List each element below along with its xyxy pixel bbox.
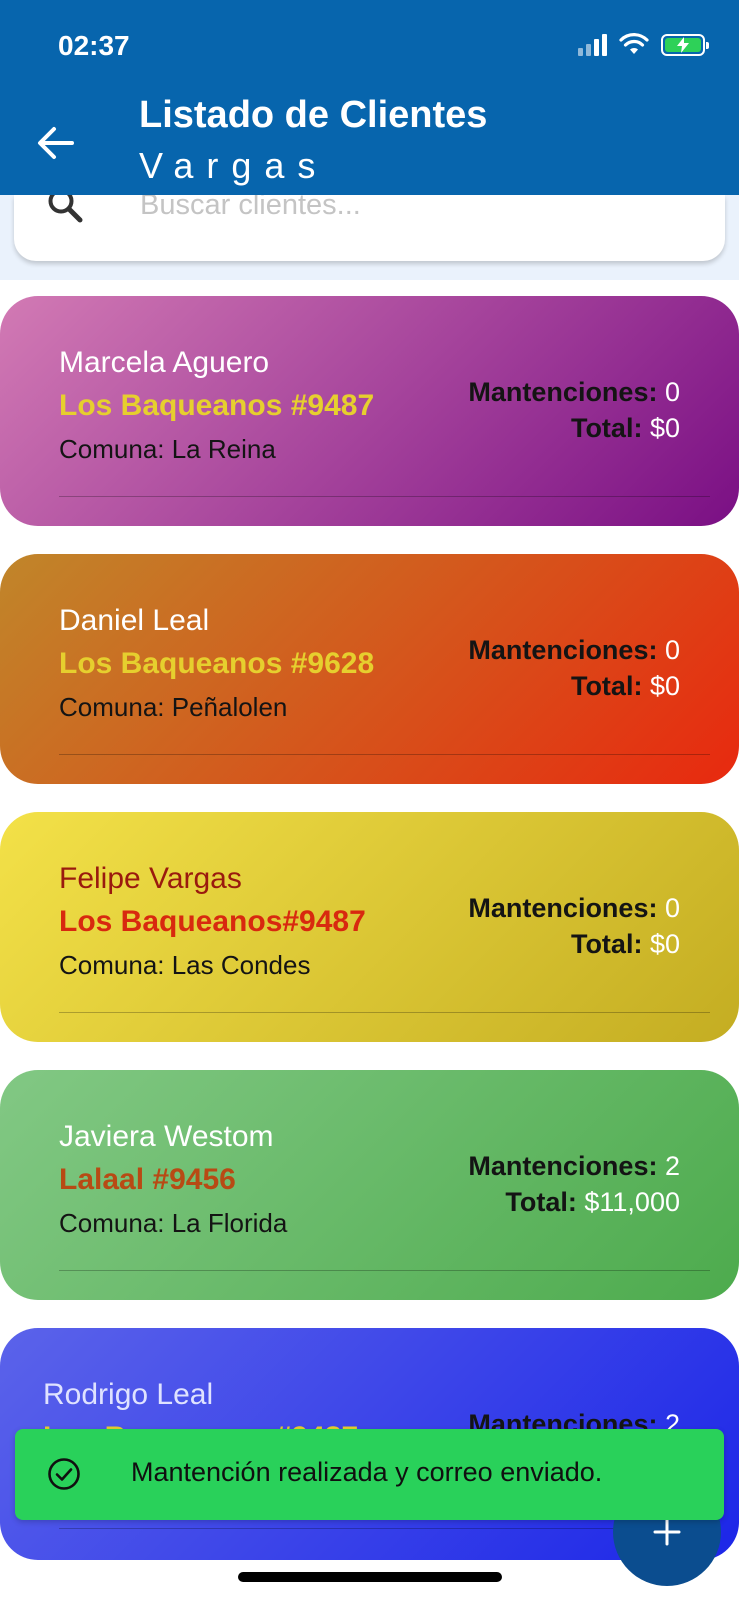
back-button[interactable] — [30, 118, 80, 168]
client-name: Marcela Aguero — [59, 346, 270, 379]
card-divider — [59, 1012, 710, 1013]
check-circle-icon — [48, 1458, 80, 1490]
maintenances-row: Mantenciones: 0 — [468, 632, 680, 668]
client-address: Lalaal #9456 — [59, 1163, 236, 1196]
total-label: Total: — [570, 929, 643, 959]
total-row: Total: $0 — [468, 926, 680, 962]
client-comuna: Comuna: La Reina — [59, 434, 276, 464]
maintenances-row: Mantenciones: 2 — [468, 1148, 680, 1184]
maintenances-label: Mantenciones: — [468, 893, 658, 923]
total-value: $0 — [649, 929, 680, 959]
client-stats: Mantenciones: 0 Total: $0 — [468, 632, 680, 704]
client-address: Los Baqueanos #9628 — [59, 647, 375, 680]
maintenances-value: 0 — [664, 893, 680, 923]
client-name: Daniel Leal — [59, 604, 210, 637]
toast-notification: Mantención realizada y correo enviado. — [15, 1429, 724, 1520]
total-row: Total: $11,000 — [468, 1184, 680, 1220]
client-comuna: Comuna: La Florida — [59, 1208, 288, 1238]
page-subtitle: Vargas — [139, 145, 329, 186]
client-stats: Mantenciones: 0 Total: $0 — [468, 890, 680, 962]
client-address: Los Baqueanos#9487 — [59, 905, 366, 938]
total-label: Total: — [505, 1187, 577, 1217]
total-value: $11,000 — [584, 1187, 680, 1217]
total-row: Total: $0 — [468, 668, 680, 704]
client-card[interactable]: Marcela Aguero Los Baqueanos #9487 Comuna:… — [0, 296, 739, 526]
search-bar[interactable]: Buscar clientes... — [14, 189, 725, 261]
total-label: Total: — [570, 413, 643, 443]
arrow-left-icon — [38, 127, 74, 159]
wifi-icon — [619, 33, 649, 54]
card-divider — [59, 496, 710, 497]
client-card[interactable]: Felipe Vargas Los Baqueanos#9487 Comuna: L… — [0, 812, 739, 1042]
status-icons — [578, 32, 709, 56]
client-name: Javiera Westom — [59, 1120, 274, 1153]
home-indicator — [238, 1572, 502, 1582]
client-stats: Mantenciones: 2 Total: $11,000 — [468, 1148, 680, 1220]
maintenances-row: Mantenciones: 0 — [468, 374, 680, 410]
client-name: Rodrigo Leal — [43, 1378, 214, 1411]
maintenances-value: 0 — [664, 377, 680, 407]
plus-icon — [653, 1518, 681, 1546]
client-name: Felipe Vargas — [59, 862, 242, 895]
total-label: Total: — [570, 671, 643, 701]
maintenances-label: Mantenciones: — [468, 1151, 658, 1181]
total-value: $0 — [649, 413, 680, 443]
page-title: Listado de Clientes — [139, 94, 488, 136]
search-input[interactable] — [124, 195, 684, 217]
client-comuna: Comuna: Peñalolen — [59, 692, 288, 722]
maintenances-value: 0 — [664, 635, 680, 665]
total-value: $0 — [649, 671, 680, 701]
status-time: 02:37 — [58, 30, 130, 61]
app-header: 02:37 Listado de Clientes Vargas — [0, 0, 739, 195]
client-card[interactable]: Daniel Leal Los Baqueanos #9628 Comuna: Pe… — [0, 554, 739, 784]
client-stats: Mantenciones: 0 Total: $0 — [468, 374, 680, 446]
maintenances-label: Mantenciones: — [468, 635, 658, 665]
maintenances-row: Mantenciones: 0 — [468, 890, 680, 926]
maintenances-label: Mantenciones: — [468, 377, 658, 407]
battery-charging-icon — [661, 34, 709, 56]
card-divider — [59, 754, 710, 755]
client-comuna: Comuna: Las Condes — [59, 950, 311, 980]
search-icon — [48, 195, 83, 223]
client-card[interactable]: Javiera Westom Lalaal #9456 Comuna: La Flo… — [0, 1070, 739, 1300]
toast-message: Mantención realizada y correo enviado. — [131, 1457, 603, 1487]
total-row: Total: $0 — [468, 410, 680, 446]
card-divider — [59, 1270, 710, 1271]
client-address: Los Baqueanos #9487 — [59, 389, 375, 422]
maintenances-value: 2 — [664, 1151, 680, 1181]
search-section: Buscar clientes... — [0, 189, 739, 280]
signal-icon — [578, 32, 607, 56]
